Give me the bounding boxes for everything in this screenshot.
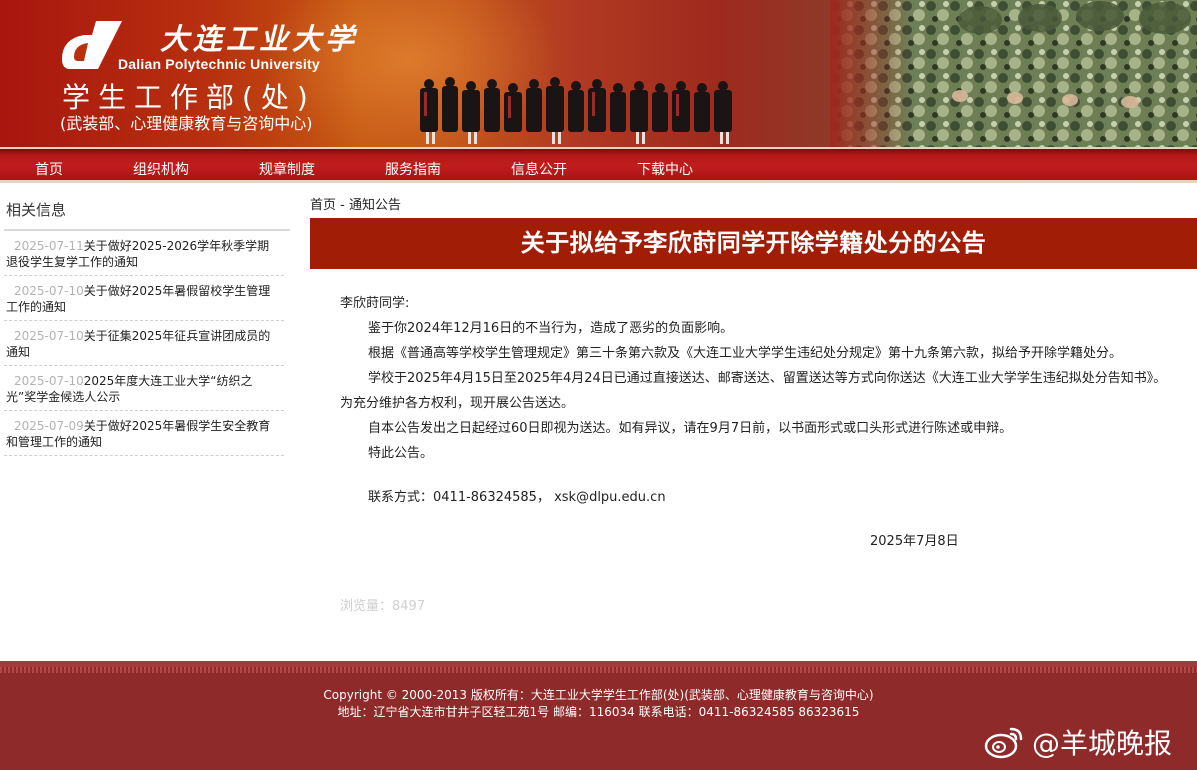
footer-address: 地址：辽宁省大连市甘井子区轻工苑1号 邮编：116034 联系电话：0411-8… bbox=[337, 705, 860, 719]
header-banner: 大连工业大学 Dalian Polytechnic University 学生工… bbox=[0, 0, 1197, 147]
sidebar-title: 相关信息 bbox=[4, 194, 290, 231]
article-body: 李欣莳同学: 鉴于你2024年12月16日的不当行为，造成了恶劣的负面影响。 根… bbox=[340, 291, 1175, 554]
graduates-photo bbox=[420, 77, 732, 144]
article-paragraph: 自本公告发出之日起经过60日即视为送达。如有异议，请在9月7日前，以书面形式或口… bbox=[368, 421, 1013, 436]
breadcrumb-separator: - bbox=[336, 198, 349, 213]
nav-item-home[interactable]: 首页 bbox=[35, 159, 63, 179]
watermark-text: @羊城晚报 bbox=[1032, 727, 1173, 760]
university-name-cn: 大连工业大学 bbox=[160, 22, 359, 56]
list-item-date: 2025-07-10 bbox=[14, 329, 84, 343]
list-item[interactable]: 2025-07-09关于做好2025年暑假学生安全教育和管理工作的通知 bbox=[4, 411, 284, 456]
nav-item-downloads[interactable]: 下载中心 bbox=[637, 159, 693, 179]
view-count: 浏览量：8497 bbox=[340, 599, 426, 614]
nav-item-regulations[interactable]: 规章制度 bbox=[259, 159, 315, 179]
university-logo-icon bbox=[62, 21, 122, 69]
article-paragraph: 根据《普通高等学校学生管理规定》第三十条第六款及《大连工业大学学生违纪处分规定》… bbox=[368, 346, 1123, 361]
article-paragraph: 学校于2025年4月15日至2025年4月24日已通过直接送达、邮寄送达、留置送… bbox=[340, 371, 1167, 411]
list-item[interactable]: 2025-07-11关于做好2025-2026学年秋季学期退役学生复学工作的通知 bbox=[4, 231, 284, 276]
main-nav: 首页 组织机构 规章制度 服务指南 信息公开 下载中心 bbox=[0, 147, 1197, 183]
article-title-bar: 关于拟给予李欣莳同学开除学籍处分的公告 bbox=[310, 218, 1197, 269]
weibo-icon bbox=[984, 727, 1023, 759]
list-item-date: 2025-07-11 bbox=[14, 239, 84, 253]
breadcrumb-home-link[interactable]: 首页 bbox=[310, 198, 336, 213]
list-item[interactable]: 2025-07-10关于征集2025年征兵宣讲团成员的通知 bbox=[4, 321, 284, 366]
list-item-date: 2025-07-10 bbox=[14, 284, 84, 298]
article-contact: 联系方式：0411-86324585， xsk@dlpu.edu.cn bbox=[368, 490, 666, 505]
military-training-photo bbox=[830, 0, 1197, 147]
related-news-list: 2025-07-11关于做好2025-2026学年秋季学期退役学生复学工作的通知… bbox=[4, 231, 290, 456]
breadcrumb-current-link[interactable]: 通知公告 bbox=[349, 198, 401, 213]
article-salutation: 李欣莳同学: bbox=[340, 296, 410, 311]
list-item[interactable]: 2025-07-10关于做好2025年暑假留校学生管理工作的通知 bbox=[4, 276, 284, 321]
watermark: @羊城晚报 bbox=[984, 722, 1172, 762]
footer-pattern bbox=[0, 667, 1197, 673]
sidebar: 相关信息 2025-07-11关于做好2025-2026学年秋季学期退役学生复学… bbox=[4, 194, 290, 456]
department-subtitle: (武装部、心理健康教育与咨询中心) bbox=[60, 114, 313, 133]
nav-item-service-guide[interactable]: 服务指南 bbox=[385, 159, 441, 179]
article-paragraph: 鉴于你2024年12月16日的不当行为，造成了恶劣的负面影响。 bbox=[368, 321, 734, 336]
nav-item-public-info[interactable]: 信息公开 bbox=[511, 159, 567, 179]
nav-item-organization[interactable]: 组织机构 bbox=[133, 159, 189, 179]
list-item-date: 2025-07-10 bbox=[14, 374, 84, 388]
list-item[interactable]: 2025-07-102025年度大连工业大学“纺织之光”奖学金候选人公示 bbox=[4, 366, 284, 411]
breadcrumb: 首页 - 通知公告 bbox=[310, 194, 401, 213]
university-name-en: Dalian Polytechnic University bbox=[118, 56, 320, 72]
article-date: 2025年7月8日 bbox=[870, 534, 959, 549]
list-item-date: 2025-07-09 bbox=[14, 419, 84, 433]
footer-copyright: Copyright © 2000-2013 版权所有：大连工业大学学生工作部(处… bbox=[323, 688, 874, 702]
article-paragraph: 特此公告。 bbox=[368, 446, 434, 461]
article-title: 关于拟给予李欣莳同学开除学籍处分的公告 bbox=[520, 229, 987, 257]
